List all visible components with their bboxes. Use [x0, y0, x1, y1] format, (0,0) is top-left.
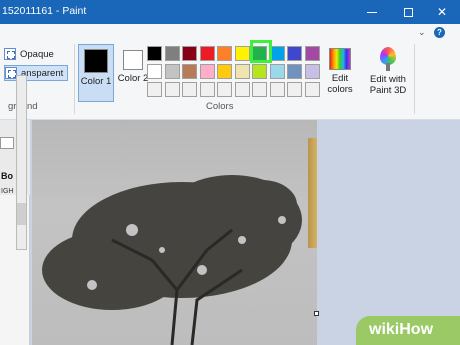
scrollbar-thumb[interactable]: [17, 203, 26, 225]
paint3d-label: Edit with Paint 3D: [369, 74, 407, 96]
minimize-button[interactable]: [356, 0, 388, 24]
highlighted-green-swatch: [250, 40, 272, 63]
canvas-image[interactable]: [32, 120, 317, 345]
font-size-box[interactable]: [0, 137, 14, 149]
group-divider: [74, 44, 75, 114]
wikihow-watermark: wikiHow: [356, 316, 460, 345]
opaque-label: Opaque: [20, 48, 54, 60]
paint3d-icon: [377, 47, 399, 71]
color2-swatch: [123, 50, 143, 70]
palette-swatch[interactable]: [199, 64, 215, 79]
maximize-button[interactable]: [392, 0, 424, 24]
palette-swatch[interactable]: [217, 46, 232, 61]
tree-silhouette: [42, 175, 302, 345]
palette-swatch[interactable]: [182, 82, 197, 97]
building-edge: [308, 138, 317, 248]
palette-swatch[interactable]: [287, 82, 302, 97]
color1-label: Color 1: [80, 76, 112, 87]
palette-swatch[interactable]: [234, 46, 250, 61]
window-title: 152011161 - Paint: [2, 5, 87, 17]
transparent-option[interactable]: ansparent: [4, 65, 69, 81]
maximize-icon: [403, 7, 413, 17]
group-divider: [414, 44, 415, 114]
palette-swatch[interactable]: [217, 82, 232, 97]
edit-with-paint3d-button[interactable]: Edit with Paint 3D: [362, 44, 414, 102]
opaque-selection-icon: [4, 48, 16, 60]
title-bar: 152011161 - Paint ✕: [0, 0, 460, 24]
palette-swatch[interactable]: [287, 64, 302, 79]
palette-swatch[interactable]: [199, 82, 215, 97]
palette-swatch[interactable]: [182, 46, 197, 61]
bold-text-fragment: Bo: [1, 171, 13, 181]
opaque-option[interactable]: Opaque: [4, 48, 54, 60]
palette-swatch[interactable]: [252, 82, 267, 97]
small-text-fragment: IGH: [1, 188, 14, 195]
palette-swatch[interactable]: [164, 82, 180, 97]
palette-swatch[interactable]: [234, 82, 250, 97]
help-icon[interactable]: ?: [434, 27, 445, 38]
color2-label: Color 2: [117, 73, 149, 84]
resize-handle[interactable]: [314, 311, 319, 316]
palette-swatch[interactable]: [252, 64, 267, 79]
palette-swatch[interactable]: [269, 82, 285, 97]
edit-colors-button[interactable]: Edit colors: [322, 44, 358, 102]
close-button[interactable]: ✕: [426, 0, 458, 24]
palette-swatch[interactable]: [217, 64, 232, 79]
close-icon: ✕: [436, 5, 448, 19]
palette-swatch[interactable]: [304, 46, 320, 61]
color1-button[interactable]: Color 1: [78, 44, 114, 102]
palette-swatch[interactable]: [304, 64, 320, 79]
minimize-icon: [367, 11, 377, 13]
palette-swatch[interactable]: [287, 46, 302, 61]
palette-swatch[interactable]: [147, 46, 162, 61]
edit-colors-label: Edit colors: [327, 73, 353, 95]
transparent-label: ansparent: [21, 67, 64, 79]
collapse-ribbon-icon[interactable]: ⌄: [418, 27, 426, 38]
palette-swatch[interactable]: [164, 64, 180, 79]
rainbow-icon: [329, 48, 351, 70]
palette-swatch[interactable]: [199, 46, 215, 61]
color2-button[interactable]: Color 2: [115, 44, 151, 102]
palette-swatch[interactable]: [147, 64, 162, 79]
palette-swatch[interactable]: [164, 46, 180, 61]
palette-swatch[interactable]: [182, 64, 197, 79]
palette-swatch[interactable]: [234, 64, 250, 79]
palette-swatch[interactable]: [304, 82, 320, 97]
colors-group-label: Colors: [206, 101, 234, 112]
palette-swatch[interactable]: [269, 64, 285, 79]
palette-swatch[interactable]: [147, 82, 162, 97]
color1-swatch: [84, 49, 108, 73]
